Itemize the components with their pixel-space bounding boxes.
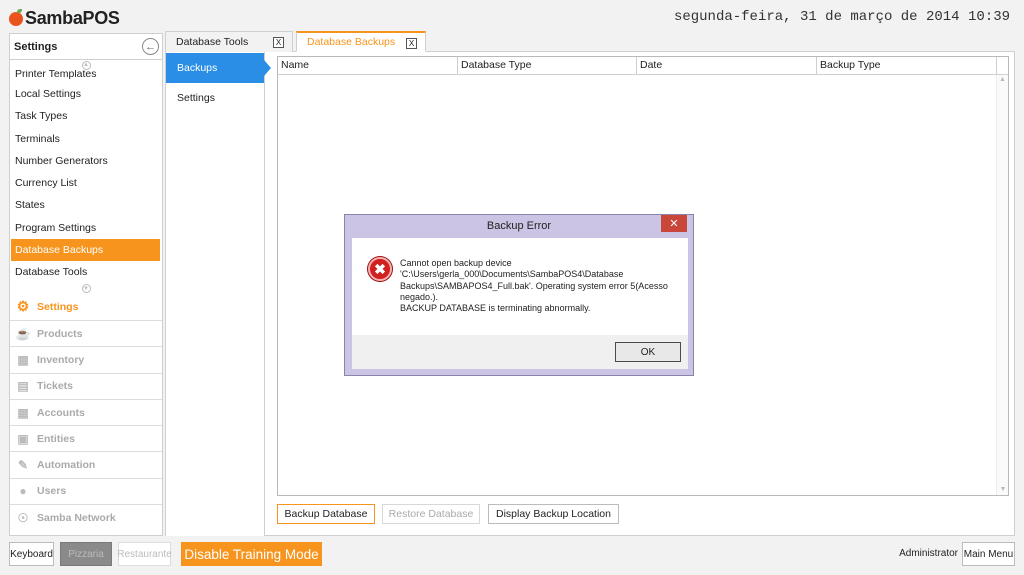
menu-item-task-types[interactable]: Task Types [10,105,162,127]
dialog-title: Backup Error [486,220,552,232]
user-icon: ● [19,484,27,499]
subnav-backups[interactable]: Backups [166,53,271,83]
section-samba-network[interactable]: ☉ Samba Network [10,504,162,530]
header: SambaPOS segunda-feira, 31 de março de 2… [0,0,1024,32]
restaurante-button[interactable]: Restaurante [117,542,172,566]
dialog-message-area: ✖ Cannot open backup device 'C:\Users\ge… [352,238,688,335]
error-message-line: 'C:\Users\gerla_000\Documents\SambaPOS4\… [400,269,624,280]
sambapos-logo-icon [9,8,23,26]
app-name: SambaPOS [25,8,120,28]
section-label: Inventory [37,353,85,366]
backup-error-dialog: Backup Error ✕ ✖ Cannot open backup devi… [344,214,694,376]
display-backup-location-button[interactable]: Display Backup Location [488,504,619,524]
calculator-icon: ▦ [17,405,29,420]
section-label: Accounts [37,406,85,419]
subnav-settings[interactable]: Settings [166,83,264,113]
column-header-backup-type[interactable]: Backup Type [817,57,997,74]
dialog-footer: OK [352,335,688,369]
menu-item-database-tools[interactable]: Database Tools [10,261,162,283]
cup-icon: ☕ [15,326,31,341]
close-icon[interactable]: X [273,37,284,48]
main-menu-button[interactable]: Main Menu [962,542,1015,566]
section-label: Automation [37,459,96,472]
section-users[interactable]: ● Users [10,477,162,504]
current-user: Administrator [899,548,958,559]
section-label: Tickets [37,380,73,393]
keyboard-button[interactable]: Keyboard [9,542,54,566]
pizzaria-button[interactable]: Pizzaria [60,542,112,566]
section-accounts[interactable]: ▦ Accounts [10,398,162,425]
dialog-body: ✖ Cannot open backup device 'C:\Users\ge… [352,238,688,369]
gear-icon: ⚙ [16,298,30,315]
scroll-up-icon[interactable]: ▲ [10,60,162,70]
globe-icon: ☉ [17,510,29,525]
section-label: Products [37,327,83,340]
menu-item-terminals[interactable]: Terminals [10,128,162,150]
backup-database-button[interactable]: Backup Database [277,504,375,524]
tickets-icon: ▤ [17,379,29,394]
restore-database-button[interactable]: Restore Database [382,504,480,524]
menu-item-currency-list[interactable]: Currency List [10,172,162,194]
table-header: Name Database Type Date Backup Type [278,57,1008,75]
error-icon: ✖ [368,257,392,281]
menu-item-printer-templates[interactable]: Printer Templates [10,70,162,83]
error-message: Cannot open backup device 'C:\Users\gerl… [400,258,675,314]
scroll-down-arrow-icon[interactable]: ▼ [997,485,1009,495]
dialog-close-icon[interactable]: ✕ [661,215,687,232]
ok-button[interactable]: OK [615,342,681,362]
datetime-display: segunda-feira, 31 de março de 2014 10:39 [673,9,1010,25]
section-label: Samba Network [37,511,116,524]
pencil-icon: ✎ [17,458,29,473]
column-header-name[interactable]: Name [278,57,458,74]
inventory-icon: ▦ [17,352,29,367]
tab-database-backups[interactable]: Database Backups X [296,31,426,52]
disable-training-mode-button[interactable]: Disable Training Mode [181,542,322,566]
column-header-database-type[interactable]: Database Type [458,57,637,74]
error-message-line: BACKUP DATABASE is terminating abnormall… [400,303,591,314]
error-message-line: negado.). [400,291,439,302]
section-inventory[interactable]: ▦ Inventory [10,346,162,372]
section-tickets[interactable]: ▤ Tickets [10,372,162,399]
panel-title: Settings [14,40,58,53]
error-message-line: Backups\SAMBAPOS4_Full.bak'. Operating s… [400,280,668,291]
document-tabs: Database Tools X Database Backups X [165,31,1015,52]
section-automation[interactable]: ✎ Automation [10,451,162,477]
scroll-up-arrow-icon[interactable]: ▲ [997,75,1008,85]
column-header-date[interactable]: Date [637,57,817,74]
menu-item-number-generators[interactable]: Number Generators [10,150,162,172]
menu-item-program-settings[interactable]: Program Settings [10,217,162,239]
section-label: Settings [37,300,79,313]
close-icon[interactable]: X [406,38,417,49]
panel-header: Settings ← [10,34,162,60]
tab-label: Database Tools [176,36,249,48]
logo: SambaPOS [9,8,120,29]
backup-subnav: Backups Settings [166,52,271,536]
back-arrow-icon[interactable]: ← [142,38,159,55]
section-label: Entities [37,432,75,445]
menu-item-states[interactable]: States [10,194,162,216]
section-products[interactable]: ☕ Products [10,319,162,346]
scroll-down-icon[interactable]: ▼ [10,284,162,294]
error-message-line: Cannot open backup device [400,258,512,268]
entities-icon: ▣ [17,431,29,446]
tab-label: Database Backups [307,36,396,48]
section-label: Users [37,485,67,498]
table-scrollbar[interactable]: ▲ ▼ [996,75,1008,495]
settings-menu-panel: Settings ← ▲ Printer Templates Local Set… [9,33,163,536]
tab-database-tools[interactable]: Database Tools X [165,31,293,52]
section-entities[interactable]: ▣ Entities [10,425,162,451]
menu-item-local-settings[interactable]: Local Settings [10,83,162,105]
section-settings[interactable]: ⚙ Settings [10,294,162,320]
menu-item-database-backups[interactable]: Database Backups [11,239,160,262]
